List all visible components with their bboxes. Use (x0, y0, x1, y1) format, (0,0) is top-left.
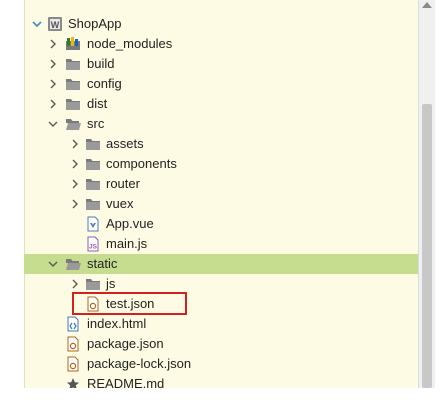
tree-item-label: js (106, 276, 116, 291)
folder-icon (85, 176, 101, 192)
tree-item-router[interactable]: router (24, 174, 418, 194)
scrollbar-thumb[interactable] (422, 104, 432, 388)
js-file-icon: JS (85, 236, 101, 252)
tree-item-vuex[interactable]: vuex (24, 194, 418, 214)
tree-item-label: package.json (87, 336, 164, 351)
tree-item-label: config (87, 76, 122, 91)
chevron-right-icon[interactable] (68, 274, 82, 294)
vertical-scrollbar[interactable] (418, 0, 435, 388)
tree-item-label: src (87, 116, 105, 131)
tree-item-static[interactable]: static (24, 254, 418, 274)
json-file-icon (65, 336, 81, 352)
tree-item-label: assets (106, 136, 144, 151)
tree-item-label: router (106, 176, 140, 191)
folder-open-icon (65, 116, 81, 132)
tree-item-label: dist (87, 96, 108, 111)
bottom-edge (0, 388, 448, 401)
chevron-right-icon[interactable] (46, 74, 60, 94)
vue-file-icon (85, 216, 101, 232)
tree-item-label: index.html (87, 316, 147, 331)
folder-icon (85, 196, 101, 212)
tree-item-label: build (87, 56, 115, 71)
tree-item-label: main.js (106, 236, 148, 251)
tree-item-label: node_modules (87, 36, 173, 51)
tree-item-build[interactable]: build (24, 54, 418, 74)
json-file-icon (65, 356, 81, 372)
tree-root-shopapp[interactable]: W ShopApp (24, 14, 418, 34)
tree-item-label: static (87, 256, 118, 271)
tree-item-package-json[interactable]: package.json (24, 334, 418, 354)
library-folder-icon (65, 36, 81, 52)
chevron-down-icon[interactable] (30, 14, 44, 34)
highlight-annotation-box (72, 292, 187, 315)
folder-icon (85, 156, 101, 172)
folder-icon (85, 136, 101, 152)
chevron-right-icon[interactable] (46, 54, 60, 74)
chevron-right-icon[interactable] (68, 194, 82, 214)
tree-item-src[interactable]: src (24, 114, 418, 134)
chevron-down-icon[interactable] (46, 114, 60, 134)
tree-item-config[interactable]: config (24, 74, 418, 94)
folder-icon (85, 276, 101, 292)
tree-item-index-html[interactable]: index.html (24, 314, 418, 334)
tree-item-app-vue[interactable]: App.vue (24, 214, 418, 234)
chevron-right-icon[interactable] (68, 134, 82, 154)
tree-item-label: App.vue (106, 216, 154, 231)
tree-item-label: package-lock.json (87, 356, 192, 371)
tree-item-label: components (106, 156, 177, 171)
folder-icon (65, 56, 81, 72)
tree-item-assets[interactable]: assets (24, 134, 418, 154)
tree-item-dist[interactable]: dist (24, 94, 418, 114)
web-project-icon: W (47, 16, 63, 32)
tree-item-main-js[interactable]: JS main.js (24, 234, 418, 254)
folder-icon (65, 76, 81, 92)
html-file-icon (65, 316, 81, 332)
folder-open-icon (65, 256, 81, 272)
folder-icon (65, 96, 81, 112)
chevron-right-icon[interactable] (46, 94, 60, 114)
chevron-right-icon[interactable] (68, 154, 82, 174)
js-badge: JS (89, 244, 98, 251)
chevron-right-icon[interactable] (68, 174, 82, 194)
scroll-up-arrow-icon[interactable] (422, 2, 432, 8)
tree-item-label: ShopApp (68, 16, 122, 31)
chevron-down-icon[interactable] (46, 254, 60, 274)
tree-item-package-lock-json[interactable]: package-lock.json (24, 354, 418, 374)
root-badge: W (51, 20, 60, 30)
tree-item-js[interactable]: js (24, 274, 418, 294)
tree-item-node-modules[interactable]: node_modules (24, 34, 418, 54)
tree-item-label: vuex (106, 196, 134, 211)
tree-item-components[interactable]: components (24, 154, 418, 174)
chevron-right-icon[interactable] (46, 34, 60, 54)
